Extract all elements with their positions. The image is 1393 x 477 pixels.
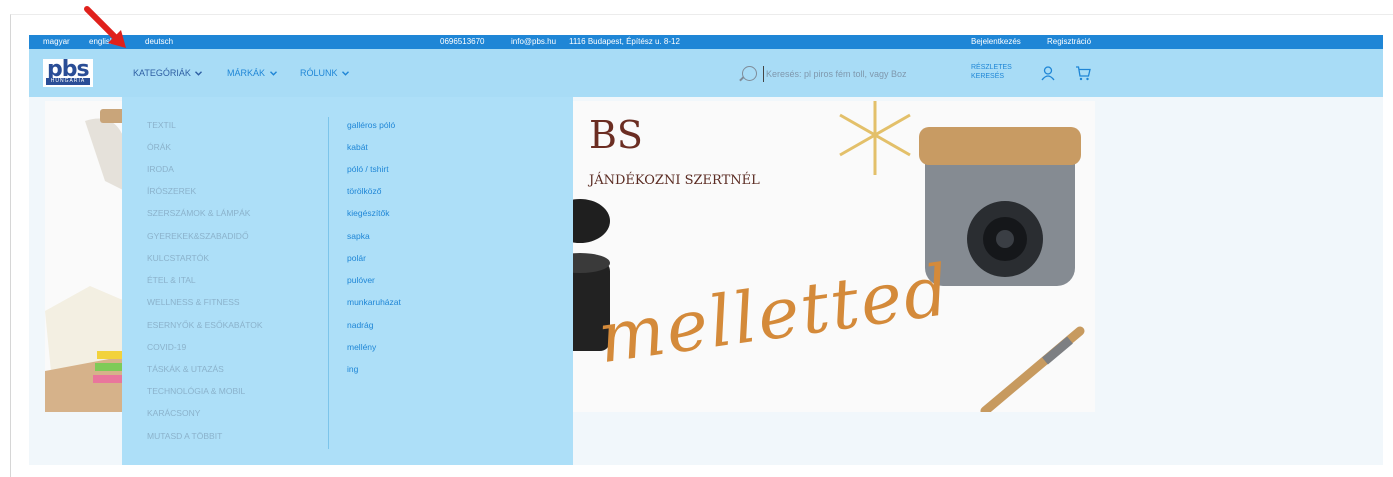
detailed-search-line2: KERESÉS — [971, 73, 1005, 80]
categories-dropdown-menu: TEXTIL ÓRÁK IRODA ÍRÓSZEREK SZERSZÁMOK &… — [122, 97, 573, 465]
search-input[interactable] — [763, 66, 953, 82]
logo-subtext: HUNGARIA — [46, 78, 90, 85]
search-icon[interactable] — [742, 66, 757, 81]
subcategory-item[interactable]: törölköző — [347, 186, 382, 196]
subcategory-item[interactable]: póló / tshirt — [347, 164, 389, 174]
pen-product-image — [980, 326, 1085, 412]
red-arrow-annotation — [84, 6, 126, 48]
subcategory-item[interactable]: nadrág — [347, 320, 373, 330]
phone-number[interactable]: 0696513670 — [440, 37, 485, 46]
login-link[interactable]: Bejelentkezés — [971, 37, 1021, 46]
category-item[interactable]: KARÁCSONY — [147, 408, 200, 418]
banner-subtitle: JÁNDÉKOZNI SZERTNÉL — [589, 173, 760, 188]
chevron-down-icon — [195, 71, 203, 76]
category-item[interactable]: TEXTIL — [147, 120, 176, 130]
chevron-down-icon — [342, 71, 350, 76]
category-item[interactable]: ÍRÓSZEREK — [147, 186, 196, 196]
top-info-bar: magyar english deutsch 0696513670 info@p… — [29, 35, 1383, 49]
column-divider — [328, 117, 329, 449]
subcategory-item[interactable]: munkaruházat — [347, 297, 401, 307]
address: 1116 Budapest, Építész u. 8-12 — [569, 37, 680, 46]
notebook-illustration — [45, 109, 125, 412]
category-item[interactable]: KULCSTARTÓK — [147, 253, 209, 263]
subcategory-item[interactable]: kiegészítők — [347, 208, 390, 218]
lang-magyar[interactable]: magyar — [43, 37, 70, 46]
nav-categories[interactable]: KATEGÓRIÁK — [133, 68, 203, 78]
subcategory-item[interactable]: kabát — [347, 142, 368, 152]
category-item[interactable]: ÉTEL & ITAL — [147, 275, 196, 285]
category-item[interactable]: IRODA — [147, 164, 174, 174]
subcategory-item[interactable]: ing — [347, 364, 358, 374]
subcategory-item[interactable]: sapka — [347, 231, 370, 241]
user-icon[interactable] — [1040, 65, 1056, 81]
nav-about[interactable]: RÓLUNK — [300, 68, 350, 78]
subcategory-item[interactable]: polár — [347, 253, 366, 263]
banner-script-text: melletted — [593, 248, 956, 380]
register-link[interactable]: Regisztráció — [1047, 37, 1091, 46]
category-item[interactable]: TÁSKÁK & UTAZÁS — [147, 364, 224, 374]
subcategory-item[interactable]: galléros póló — [347, 120, 395, 130]
banner-title: BS — [589, 113, 643, 157]
cart-icon[interactable] — [1075, 65, 1091, 81]
nav-about-label: RÓLUNK — [300, 68, 338, 78]
subcategory-item[interactable]: mellény — [347, 342, 376, 352]
category-item[interactable]: COVID-19 — [147, 342, 186, 352]
show-more-link[interactable]: MUTASD A TÖBBIT — [147, 431, 222, 441]
subcategory-item[interactable]: pulóver — [347, 275, 375, 285]
chevron-down-icon — [269, 71, 277, 76]
category-item[interactable]: WELLNESS & FITNESS — [147, 297, 240, 307]
detailed-search-link[interactable]: RÉSZLETES KERESÉS — [971, 63, 1012, 81]
nav-brands[interactable]: MÁRKÁK — [227, 68, 277, 78]
category-item[interactable]: SZERSZÁMOK & LÁMPÁK — [147, 208, 250, 218]
nav-categories-label: KATEGÓRIÁK — [133, 68, 191, 78]
email-link[interactable]: info@pbs.hu — [511, 37, 556, 46]
category-item[interactable]: ÓRÁK — [147, 142, 171, 152]
lang-deutsch[interactable]: deutsch — [145, 37, 173, 46]
detailed-search-line1: RÉSZLETES — [971, 64, 1012, 71]
category-item[interactable]: TECHNOLÓGIA & MOBIL — [147, 386, 245, 396]
star-decoration — [839, 101, 911, 175]
category-item[interactable]: ESERNYŐK & ESŐKABÁTOK — [147, 320, 263, 330]
pbs-logo[interactable]: pbs HUNGARIA — [43, 57, 93, 87]
nav-brands-label: MÁRKÁK — [227, 68, 266, 78]
category-item[interactable]: GYEREKEK&SZABADIDŐ — [147, 231, 249, 241]
main-nav: pbs HUNGARIA KATEGÓRIÁK MÁRKÁK RÓLUNK RÉ… — [29, 49, 1383, 97]
